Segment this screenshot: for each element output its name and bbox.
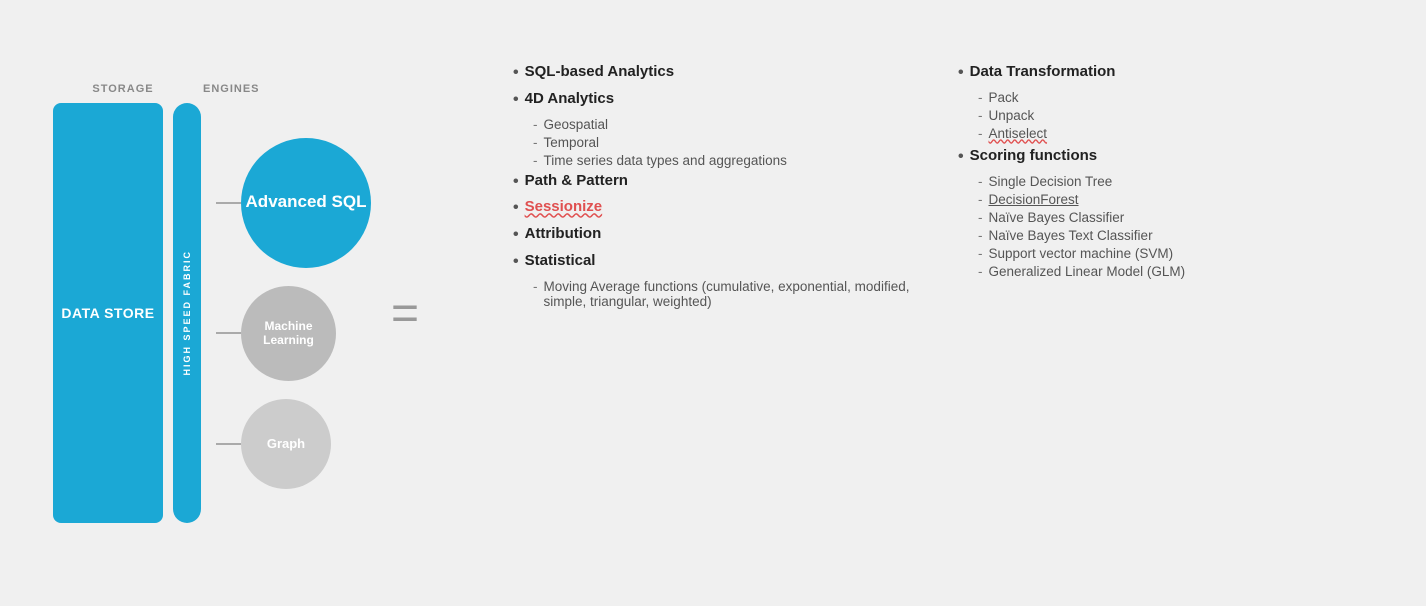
sub-decision-forest: - DecisionForest (978, 192, 1373, 207)
item-scoring-functions: • Scoring functions (958, 147, 1373, 168)
statistical-label: Statistical (525, 252, 596, 269)
machine-learning-circle: Machine Learning (241, 286, 336, 381)
item-statistical: • Statistical (513, 252, 928, 273)
sql-analytics-label: SQL-based Analytics (525, 63, 675, 80)
feature-list-left: • SQL-based Analytics • 4D Analytics - G… (513, 63, 928, 309)
sub-antiselect: - Antiselect (978, 126, 1373, 141)
labels-row: STORAGE ENGINES (53, 83, 260, 95)
sub-moving-average: - Moving Average functions (cumulative, … (533, 279, 928, 309)
sub-svm: - Support vector machine (SVM) (978, 246, 1373, 261)
geospatial-text: Geospatial (544, 117, 609, 132)
sub-single-decision-tree: - Single Decision Tree (978, 174, 1373, 189)
temporal-text: Temporal (544, 135, 600, 150)
attribution-label: Attribution (525, 225, 602, 242)
advanced-sql-text: Advanced SQL (246, 192, 367, 212)
item-sql-analytics: • SQL-based Analytics (513, 63, 928, 84)
sessionize-label: Sessionize (525, 198, 603, 215)
svm-text: Support vector machine (SVM) (989, 246, 1174, 261)
engines-label: ENGINES (203, 83, 260, 95)
item-data-transformation: • Data Transformation (958, 63, 1373, 84)
fabric-text: HIGH SPEED FABRIC (182, 250, 192, 376)
main-container: STORAGE ENGINES DATA STORE HIGH SPEED FA… (23, 23, 1403, 583)
scoring-sublist: - Single Decision Tree - DecisionForest … (958, 174, 1373, 279)
statistical-sublist: - Moving Average functions (cumulative, … (513, 279, 928, 309)
antiselect-text: Antiselect (989, 126, 1048, 141)
storage-label: STORAGE (63, 83, 183, 95)
unpack-text: Unpack (989, 108, 1035, 123)
feature-list-right: • Data Transformation - Pack - Unpack - … (958, 63, 1373, 279)
4d-sublist: - Geospatial - Temporal - Time series da… (513, 117, 928, 168)
decision-forest-text: DecisionForest (989, 192, 1079, 207)
item-path-pattern: • Path & Pattern (513, 172, 928, 193)
sub-unpack: - Unpack (978, 108, 1373, 123)
sub-glm: - Generalized Linear Model (GLM) (978, 264, 1373, 279)
data-transformation-label: Data Transformation (970, 63, 1116, 80)
graph-item: Graph (216, 399, 331, 489)
path-pattern-label: Path & Pattern (525, 172, 628, 189)
item-sessionize: • Sessionize (513, 198, 928, 219)
graph-circle: Graph (241, 399, 331, 489)
item-attribution: • Attribution (513, 225, 928, 246)
glm-text: Generalized Linear Model (GLM) (989, 264, 1186, 279)
graph-text: Graph (267, 436, 305, 451)
transformation-sublist: - Pack - Unpack - Antiselect (958, 90, 1373, 141)
features-col-right: • Data Transformation - Pack - Unpack - … (958, 63, 1373, 313)
right-content: • SQL-based Analytics • 4D Analytics - G… (513, 43, 1373, 313)
sub-timeseries: - Time series data types and aggregation… (533, 153, 928, 168)
data-store-rect: DATA STORE (53, 103, 163, 523)
equals-sign: = (391, 286, 419, 341)
sessionize-underlined: Sessionize (525, 198, 603, 215)
naive-bayes-text-classifier-text: Naïve Bayes Text Classifier (989, 228, 1153, 243)
4d-analytics-label: 4D Analytics (525, 90, 614, 107)
diagram-body: DATA STORE HIGH SPEED FABRIC Advanced SQ… (53, 103, 429, 523)
connector-line-3 (216, 443, 241, 445)
connector-line-2 (216, 332, 241, 334)
data-store-text: DATA STORE (61, 305, 154, 321)
circles-column: Advanced SQL Machine Learning Graph (211, 103, 371, 523)
scoring-functions-label: Scoring functions (970, 147, 1098, 164)
machine-learning-item: Machine Learning (216, 286, 336, 381)
pack-text: Pack (989, 90, 1019, 105)
sub-naive-bayes: - Naïve Bayes Classifier (978, 210, 1373, 225)
diagram: STORAGE ENGINES DATA STORE HIGH SPEED FA… (53, 83, 513, 523)
sub-geospatial: - Geospatial (533, 117, 928, 132)
naive-bayes-text: Naïve Bayes Classifier (989, 210, 1125, 225)
item-4d-analytics: • 4D Analytics (513, 90, 928, 111)
advanced-sql-item: Advanced SQL (216, 138, 371, 268)
fabric-strip: HIGH SPEED FABRIC (173, 103, 201, 523)
sub-temporal: - Temporal (533, 135, 928, 150)
advanced-sql-circle: Advanced SQL (241, 138, 371, 268)
features-col-left: • SQL-based Analytics • 4D Analytics - G… (513, 63, 928, 313)
moving-average-text: Moving Average functions (cumulative, ex… (544, 279, 929, 309)
sub-naive-bayes-text: - Naïve Bayes Text Classifier (978, 228, 1373, 243)
connector-line-1 (216, 202, 241, 204)
timeseries-text: Time series data types and aggregations (544, 153, 787, 168)
single-decision-tree-text: Single Decision Tree (989, 174, 1113, 189)
machine-learning-text: Machine Learning (241, 319, 336, 348)
sub-pack: - Pack (978, 90, 1373, 105)
